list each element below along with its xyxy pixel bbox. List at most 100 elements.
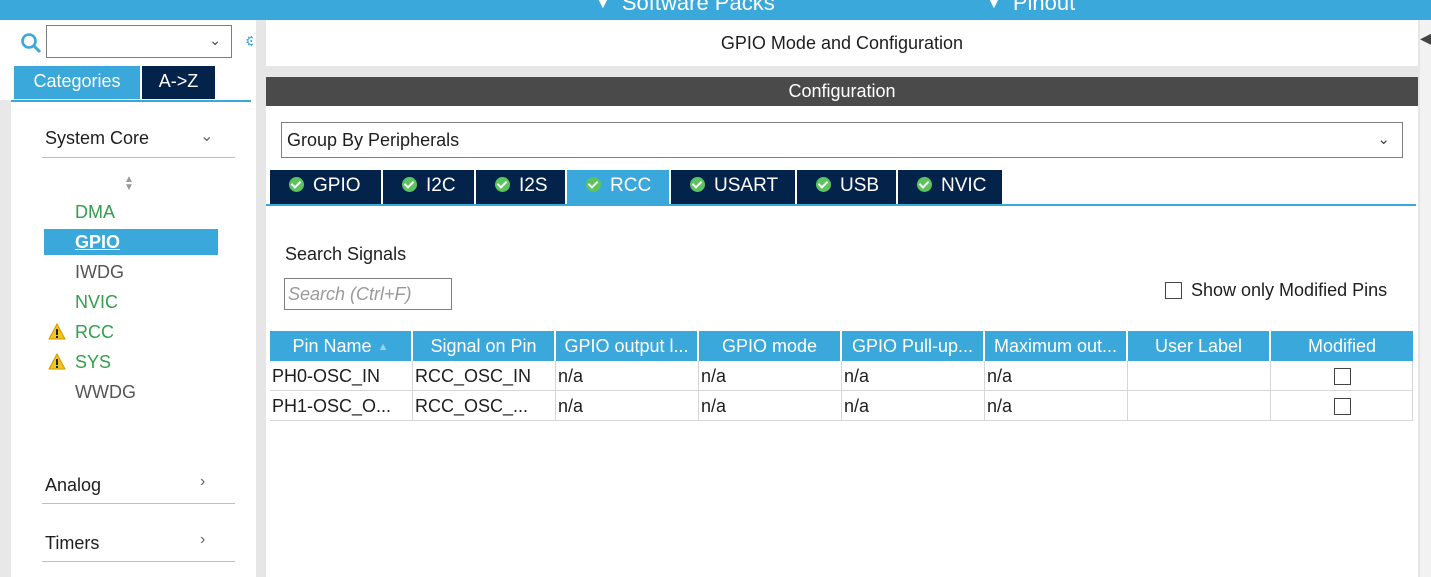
configuration-header: Configuration: [266, 77, 1418, 106]
search-input[interactable]: ⌄: [46, 25, 232, 58]
pinout-label: Pinout: [1012, 0, 1076, 15]
sidebar-item-label: SYS: [75, 352, 112, 372]
cell-user-label[interactable]: [1128, 391, 1271, 421]
cell-pin-name: PH0-OSC_IN: [270, 361, 413, 391]
check-icon: [586, 177, 601, 192]
collapse-arrow-icon[interactable]: ◀: [1420, 28, 1431, 49]
tab-usb[interactable]: USB: [797, 170, 898, 204]
table-row[interactable]: PH1-OSC_O... RCC_OSC_... n/a n/a n/a n/a: [270, 391, 1413, 421]
check-icon: [289, 177, 304, 192]
cell-gpio-mode: n/a: [699, 391, 842, 421]
column-header-label: Pin Name: [292, 336, 372, 356]
cell-max-output-speed: n/a: [985, 361, 1128, 391]
tab-label: NVIC: [941, 175, 987, 196]
sidebar-item-label: IWDG: [75, 262, 124, 282]
check-icon: [402, 177, 417, 192]
cell-user-label[interactable]: [1128, 361, 1271, 391]
warning-icon: [48, 323, 66, 340]
cell-pin-name: PH1-OSC_O...: [270, 391, 413, 421]
tab-label: I2C: [426, 175, 456, 196]
search-signals-label: Search Signals: [285, 244, 407, 264]
check-icon: [690, 177, 705, 192]
table-row[interactable]: PH0-OSC_IN RCC_OSC_IN n/a n/a n/a n/a: [270, 361, 1413, 391]
column-header-max-output-speed[interactable]: Maximum out...: [985, 331, 1128, 361]
tab-label: I2S: [519, 175, 548, 196]
tab-i2c[interactable]: I2C: [383, 170, 476, 204]
tab-a-to-z[interactable]: A->Z: [142, 66, 215, 99]
tab-gpio[interactable]: GPIO: [270, 170, 383, 204]
group-by-select[interactable]: Group By Peripherals ⌄: [281, 122, 1403, 158]
chevron-down-icon[interactable]: ⌄: [200, 126, 213, 146]
section-analog[interactable]: Analog: [45, 475, 101, 496]
tab-label: USB: [840, 175, 880, 196]
top-nav-bar: ▼ Software Packs ▼ Pinout: [0, 0, 1431, 20]
tab-label: GPIO: [313, 175, 361, 196]
modified-checkbox[interactable]: [1334, 398, 1351, 415]
gear-icon[interactable]: ⚙: [245, 33, 253, 49]
sidebar-item-label: RCC: [75, 322, 114, 342]
sidebar-item-iwdg[interactable]: IWDG: [44, 259, 218, 285]
column-header-signal[interactable]: Signal on Pin: [413, 331, 556, 361]
tab-i2s[interactable]: I2S: [476, 170, 567, 204]
column-header-pin-name[interactable]: Pin Name ▲: [270, 331, 413, 361]
column-header-gpio-mode[interactable]: GPIO mode: [699, 331, 842, 361]
check-icon: [816, 177, 831, 192]
sidebar-item-rcc[interactable]: RCC: [44, 319, 218, 345]
divider: [42, 157, 235, 158]
section-system-core[interactable]: System Core: [45, 128, 149, 149]
cell-signal: RCC_OSC_...: [413, 391, 556, 421]
panel-edge: [1420, 20, 1431, 577]
check-icon: [495, 177, 510, 192]
section-timers[interactable]: Timers: [45, 533, 99, 554]
sidebar-item-nvic[interactable]: NVIC: [44, 289, 218, 315]
software-packs-label: Software Packs: [621, 0, 775, 15]
divider: [42, 561, 235, 562]
sidebar-item-gpio[interactable]: GPIO: [44, 229, 218, 255]
sidebar-item-sys[interactable]: SYS: [44, 349, 218, 375]
search-signals-input[interactable]: Search (Ctrl+F): [284, 278, 452, 310]
sidebar-item-dma[interactable]: DMA: [44, 199, 218, 225]
cell-signal: RCC_OSC_IN: [413, 361, 556, 391]
tab-nvic[interactable]: NVIC: [898, 170, 1004, 204]
tab-usart[interactable]: USART: [671, 170, 797, 204]
mode-config-title: GPIO Mode and Configuration: [266, 20, 1418, 66]
peripheral-tabs: GPIO I2C I2S RCC USART USB NVIC: [270, 170, 1004, 204]
search-icon[interactable]: [20, 32, 42, 54]
group-by-value: Group By Peripherals: [287, 130, 460, 150]
cell-modified: [1271, 361, 1413, 391]
chevron-right-icon[interactable]: ›: [200, 531, 205, 549]
show-modified-checkbox[interactable]: [1165, 282, 1182, 299]
show-modified-label[interactable]: Show only Modified Pins: [1191, 280, 1387, 301]
column-header-modified[interactable]: Modified: [1271, 331, 1413, 361]
cell-gpio-pull: n/a: [842, 391, 985, 421]
sidebar-item-label: DMA: [75, 202, 115, 222]
column-header-gpio-output-level[interactable]: GPIO output l...: [556, 331, 699, 361]
column-header-user-label[interactable]: User Label: [1128, 331, 1271, 361]
pinout-menu[interactable]: ▼ Pinout: [987, 0, 1075, 16]
software-packs-menu[interactable]: ▼ Software Packs: [596, 0, 775, 16]
divider: [42, 503, 235, 504]
check-icon: [917, 177, 932, 192]
column-header-gpio-pull[interactable]: GPIO Pull-up...: [842, 331, 985, 361]
cell-gpio-mode: n/a: [699, 361, 842, 391]
pin-table: Pin Name ▲ Signal on Pin GPIO output l...…: [270, 331, 1413, 421]
tab-rcc[interactable]: RCC: [567, 170, 671, 204]
sort-ascending-icon: ▲: [377, 341, 389, 353]
modified-checkbox[interactable]: [1334, 368, 1351, 385]
warning-icon: [48, 353, 66, 370]
cell-gpio-output-level: n/a: [556, 391, 699, 421]
cell-modified: [1271, 391, 1413, 421]
table-header-row: Pin Name ▲ Signal on Pin GPIO output l...…: [270, 331, 1413, 361]
cell-gpio-pull: n/a: [842, 361, 985, 391]
sidebar-item-label: GPIO: [75, 232, 121, 252]
tab-underline: [266, 204, 1416, 206]
tab-categories[interactable]: Categories: [14, 66, 140, 99]
sidebar-item-label: NVIC: [75, 292, 119, 312]
sidebar-item-wwdg[interactable]: WWDG: [44, 379, 218, 405]
chevron-right-icon[interactable]: ›: [200, 473, 205, 491]
cell-max-output-speed: n/a: [985, 391, 1128, 421]
sort-icon[interactable]: ▲ ▼: [124, 175, 134, 193]
sidebar-item-label: WWDG: [75, 382, 136, 402]
chevron-down-icon: ⌄: [209, 32, 221, 48]
chevron-down-icon: ▼: [987, 0, 1001, 11]
